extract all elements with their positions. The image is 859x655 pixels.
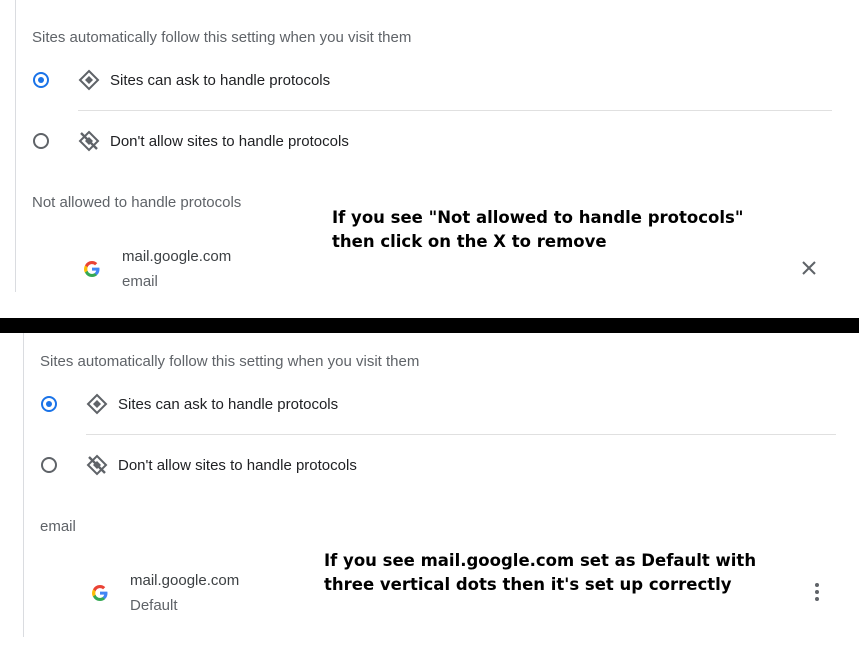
section-label: Not allowed to handle protocols [32,194,242,211]
image-separator [0,318,859,333]
google-favicon-icon [84,261,100,277]
option-label-allow[interactable]: Sites can ask to handle protocols [110,72,330,89]
site-subtitle: Default [130,597,178,614]
option-divider [86,434,836,435]
protocol-handler-off-icon [86,454,108,476]
protocol-handler-icon [86,393,108,415]
annotation-line: three vertical dots then it's set up cor… [324,575,732,594]
default-behavior-heading: Sites automatically follow this setting … [40,353,420,370]
radio-allow-protocols[interactable] [33,72,49,88]
option-label-block[interactable]: Don't allow sites to handle protocols [110,133,349,150]
google-favicon-icon [92,585,108,601]
annotation-line: If you see mail.google.com set as Defaul… [324,551,757,570]
option-label-allow[interactable]: Sites can ask to handle protocols [118,396,338,413]
radio-block-protocols[interactable] [33,133,49,149]
panel-border [23,333,24,637]
section-label: email [40,518,76,535]
radio-allow-protocols[interactable] [41,396,57,412]
more-vert-icon[interactable] [809,582,825,602]
site-subtitle: email [122,273,158,290]
settings-panel-top: Sites automatically follow this setting … [0,0,859,318]
site-name: mail.google.com [130,572,240,589]
annotation-note: If you see "Not allowed to handle protoc… [332,206,743,254]
panel-border [15,0,16,292]
annotation-line: then click on the X to remove [332,232,607,251]
close-icon[interactable] [801,260,817,276]
option-label-block[interactable]: Don't allow sites to handle protocols [118,457,357,474]
option-divider [78,110,832,111]
site-name: mail.google.com [122,248,232,265]
default-behavior-heading: Sites automatically follow this setting … [32,29,412,46]
annotation-line: If you see "Not allowed to handle protoc… [332,208,744,227]
radio-block-protocols[interactable] [41,457,57,473]
annotation-note: If you see mail.google.com set as Defaul… [324,549,756,597]
protocol-handler-off-icon [78,130,100,152]
settings-panel-bottom: Sites automatically follow this setting … [0,333,859,655]
protocol-handler-icon [78,69,100,91]
